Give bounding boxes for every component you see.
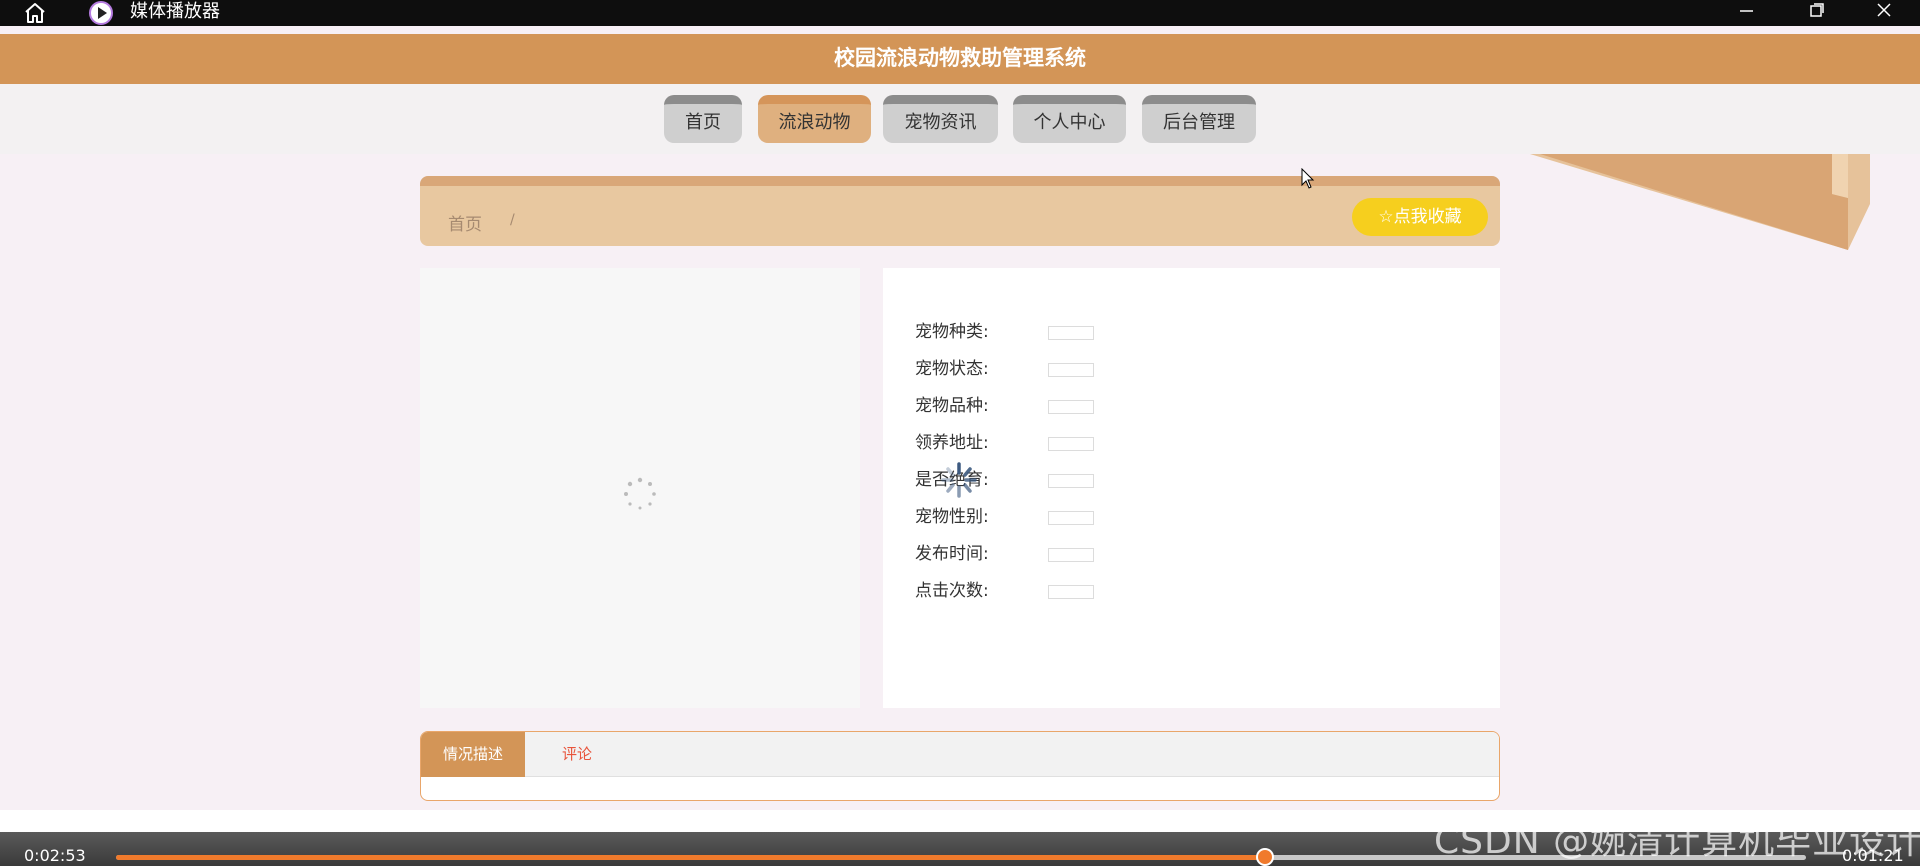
detail-label: 点击次数: (915, 581, 989, 601)
detail-label: 领养地址: (915, 433, 989, 453)
home-icon[interactable] (22, 1, 48, 25)
nav-pet-news[interactable]: 宠物资讯 (883, 95, 998, 143)
media-player-icon (89, 1, 113, 25)
detail-value (1048, 363, 1094, 377)
detail-label: 宠物性别: (915, 507, 989, 527)
pet-details-panel: 宠物种类: 宠物状态: 宠物品种: 领养地址: 是否绝育: 宠物性别: 发布时间… (883, 268, 1500, 708)
nav-home[interactable]: 首页 (664, 95, 742, 143)
detail-value (1048, 474, 1094, 488)
tab-comments[interactable]: 评论 (525, 732, 629, 777)
detail-label: 宠物种类: (915, 322, 989, 342)
detail-value (1048, 511, 1094, 525)
minimize-icon[interactable] (1726, 0, 1766, 24)
site-title: 校园流浪动物救助管理系统 (0, 34, 1920, 84)
window-title: 媒体播放器 (130, 1, 220, 22)
window-titlebar: 媒体播放器 (0, 0, 1920, 26)
detail-tabs: 情况描述 评论 (420, 731, 1500, 801)
nav-admin[interactable]: 后台管理 (1142, 95, 1256, 143)
maximize-icon[interactable] (1796, 0, 1836, 24)
tab-description[interactable]: 情况描述 (421, 732, 525, 777)
detail-label: 宠物状态: (915, 359, 989, 379)
pet-image-panel (420, 268, 860, 708)
tabs-header: 情况描述 评论 (421, 732, 1499, 777)
detail-value (1048, 326, 1094, 340)
breadcrumb-separator: / (510, 212, 515, 228)
nav-personal-center[interactable]: 个人中心 (1013, 95, 1126, 143)
detail-label: 发布时间: (915, 544, 989, 564)
close-icon[interactable] (1864, 0, 1904, 24)
watermark: CSDN @婉清计算机毕业设计 (1434, 821, 1920, 862)
loading-spinner-icon (624, 477, 656, 510)
star-icon: ☆ (1378, 207, 1394, 227)
detail-value (1048, 400, 1094, 414)
seek-bar-fill (116, 855, 1266, 860)
elapsed-time: 0:02:53 (24, 846, 86, 865)
breadcrumb: 首页 / ☆点我收藏 (420, 176, 1500, 246)
favorite-label: 点我收藏 (1393, 207, 1462, 227)
favorite-button[interactable]: ☆点我收藏 (1352, 198, 1488, 236)
loading-spinner-icon (941, 462, 977, 498)
detail-value (1048, 548, 1094, 562)
decorative-corner (1530, 154, 1870, 250)
nav-stray-animals[interactable]: 流浪动物 (758, 95, 871, 143)
mouse-cursor-icon (1301, 168, 1315, 189)
breadcrumb-home[interactable]: 首页 (448, 210, 482, 235)
detail-label: 宠物品种: (915, 396, 989, 416)
detail-value (1048, 437, 1094, 451)
detail-value (1048, 585, 1094, 599)
